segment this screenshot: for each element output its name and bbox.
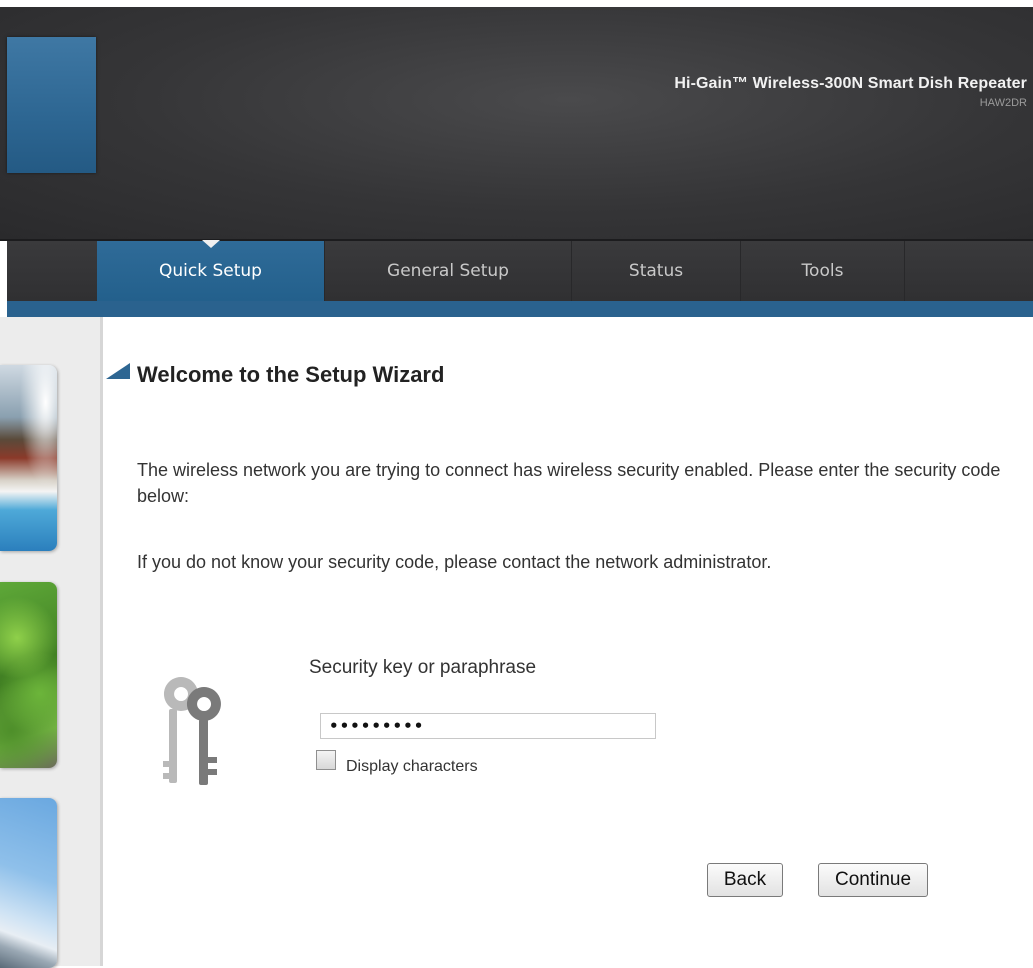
main-nav: Quick Setup General Setup Status Tools bbox=[7, 240, 1033, 301]
tab-status-label: Status bbox=[628, 261, 684, 281]
sidebar bbox=[0, 317, 103, 968]
tab-tools[interactable]: Tools bbox=[741, 241, 905, 301]
display-characters-label: Display characters bbox=[346, 758, 478, 775]
display-characters-checkbox[interactable] bbox=[316, 750, 336, 770]
active-tab-indicator-icon bbox=[201, 240, 220, 248]
continue-button[interactable]: Continue bbox=[818, 863, 928, 897]
security-key-input[interactable] bbox=[320, 713, 656, 739]
tab-general-setup[interactable]: General Setup bbox=[325, 241, 572, 301]
main-content: Welcome to the Setup Wizard The wireless… bbox=[104, 317, 1033, 966]
product-model: HAW2DR bbox=[979, 97, 1027, 109]
keys-icon bbox=[163, 677, 221, 785]
page-title: Welcome to the Setup Wizard bbox=[137, 362, 445, 387]
security-notice-text: The wireless network you are trying to c… bbox=[137, 460, 1001, 506]
sidebar-photo-building bbox=[0, 798, 57, 968]
sidebar-photo-pool bbox=[0, 365, 57, 551]
tab-quick-setup[interactable]: Quick Setup bbox=[97, 240, 325, 301]
tab-status[interactable]: Status bbox=[572, 241, 741, 301]
admin-contact-text: If you do not know your security code, p… bbox=[137, 552, 772, 572]
product-title: Hi-Gain™ Wireless-300N Smart Dish Repeat… bbox=[674, 75, 1027, 92]
tab-general-setup-label: General Setup bbox=[387, 261, 509, 281]
nav-accent-stripe bbox=[7, 301, 1033, 317]
tab-quick-setup-label: Quick Setup bbox=[159, 261, 262, 281]
tab-tools-label: Tools bbox=[801, 261, 844, 281]
header: Hi-Gain™ Wireless-300N Smart Dish Repeat… bbox=[0, 7, 1033, 239]
brand-logo-tile bbox=[7, 37, 96, 173]
sidebar-photo-leaves bbox=[0, 582, 57, 768]
back-button[interactable]: Back bbox=[707, 863, 783, 897]
triangle-marker-icon bbox=[106, 363, 130, 379]
security-key-label: Security key or paraphrase bbox=[309, 657, 537, 678]
